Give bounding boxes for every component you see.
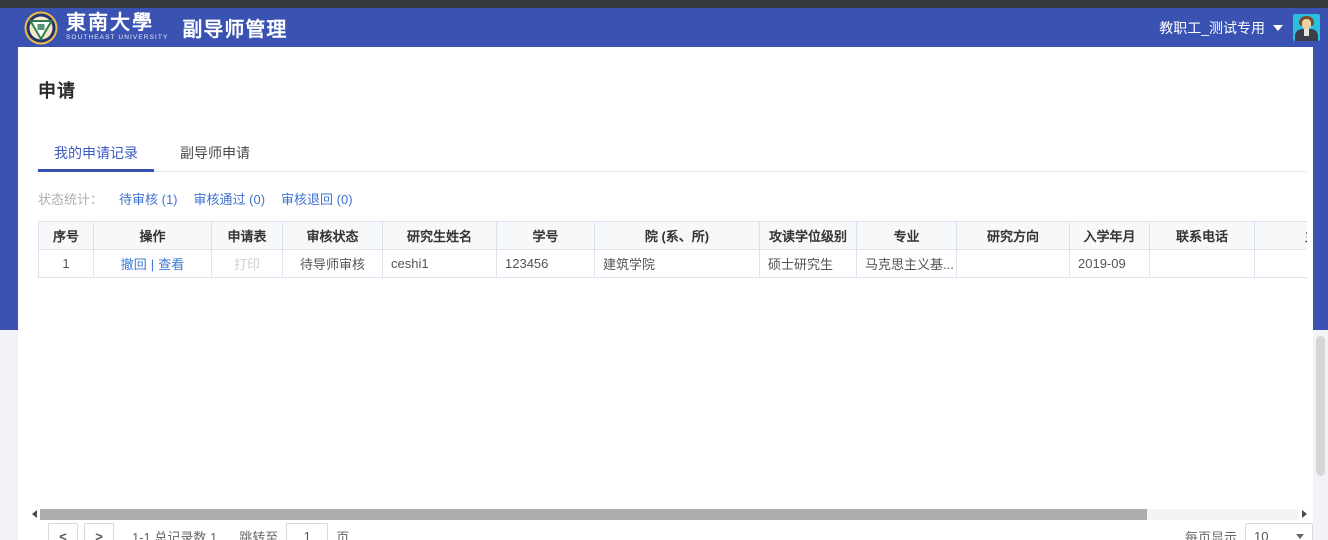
select-chevron-down-icon xyxy=(1296,533,1304,539)
cell-main-supervisor xyxy=(1254,249,1307,278)
status-link-returned[interactable]: 审核退回 (0) xyxy=(281,189,353,208)
cell-research-direction xyxy=(956,249,1070,278)
current-user-label[interactable]: 教职工_测试专用 xyxy=(1159,18,1265,38)
col-header-operation: 操作 xyxy=(93,221,212,250)
app-header: 東南大學 SOUTHEAST UNIVERSITY 副导师管理 教职工_测试专用 xyxy=(0,8,1328,47)
university-brand: 東南大學 SOUTHEAST UNIVERSITY xyxy=(66,13,168,42)
cell-degree-level: 硕士研究生 xyxy=(759,249,857,278)
per-page-label: 每页显示 xyxy=(1184,529,1237,540)
scroll-left-arrow-icon[interactable] xyxy=(30,508,38,520)
col-header-phone: 联系电话 xyxy=(1149,221,1255,250)
per-page-value: 10 xyxy=(1254,528,1269,540)
university-logo-icon xyxy=(24,11,58,44)
per-page-select[interactable]: 10 xyxy=(1245,523,1313,540)
avatar-shirt xyxy=(1304,29,1309,36)
page-unit-label: 页 xyxy=(336,529,350,540)
scroll-right-arrow-icon[interactable] xyxy=(1300,508,1308,520)
window-top-bar xyxy=(0,0,1328,8)
link-separator: | xyxy=(150,257,155,272)
university-name-cn: 東南大學 xyxy=(66,12,154,35)
withdraw-link[interactable]: 撤回 xyxy=(121,257,147,272)
horizontal-scrollbar-thumb[interactable] xyxy=(40,508,1148,520)
cell-student-name: ceshi1 xyxy=(382,249,497,278)
record-count-summary: 1-1 总记录数 1 xyxy=(132,529,218,540)
col-header-research-direction: 研究方向 xyxy=(956,221,1070,250)
cell-phone xyxy=(1149,249,1255,278)
horizontal-scrollbar[interactable] xyxy=(30,508,1308,520)
col-header-school: 院 (系、所) xyxy=(594,221,760,250)
tab-assistant-supervisor-application[interactable]: 副导师申请 xyxy=(164,135,266,171)
print-link-disabled: 打印 xyxy=(233,257,260,272)
col-header-student-id: 学号 xyxy=(496,221,595,250)
user-menu-chevron-down-icon[interactable] xyxy=(1273,24,1283,31)
jump-to-label: 跳转至 xyxy=(239,529,279,540)
status-link-pending[interactable]: 待审核 (1) xyxy=(119,189,178,208)
cell-seq: 1 xyxy=(38,249,94,278)
university-name-en: SOUTHEAST UNIVERSITY xyxy=(66,34,169,42)
col-header-main-supervisor: 主导师 xyxy=(1254,221,1307,250)
col-header-seq: 序号 xyxy=(38,221,94,250)
avatar-face xyxy=(1302,19,1311,29)
prev-page-button[interactable]: < xyxy=(48,523,78,540)
applications-table: 序号 操作 申请表 审核状态 研究生姓名 学号 院 (系、所) 攻读学位级别 专… xyxy=(38,221,1307,278)
app-title: 副导师管理 xyxy=(182,19,288,41)
col-header-application-form: 申请表 xyxy=(211,221,283,250)
status-statistics-bar: 状态统计： 待审核 (1) 审核通过 (0) 审核退回 (0) xyxy=(38,189,353,208)
tab-bar: 我的申请记录 副导师申请 xyxy=(38,135,1307,172)
cell-school: 建筑学院 xyxy=(594,249,760,278)
user-avatar[interactable] xyxy=(1293,14,1320,41)
col-header-degree-level: 攻读学位级别 xyxy=(759,221,857,250)
cell-application-form: 打印 xyxy=(211,249,283,278)
col-header-major: 专业 xyxy=(856,221,957,250)
col-header-student-name: 研究生姓名 xyxy=(382,221,497,250)
pagination-bar: < > 1-1 总记录数 1 跳转至 页 每页显示 10 xyxy=(48,521,1313,540)
table-row: 1 撤回 | 查看 打印 待导师审核 ceshi1 123456 建筑学院 硕士研究… xyxy=(38,249,1307,278)
view-link[interactable]: 查看 xyxy=(158,257,184,272)
page-title: 申请 xyxy=(38,81,76,101)
col-header-enroll-date: 入学年月 xyxy=(1069,221,1150,250)
per-page-control: 每页显示 10 xyxy=(1185,523,1313,540)
tab-my-application-records[interactable]: 我的申请记录 xyxy=(38,135,154,172)
cell-major: 马克思主义基... xyxy=(856,249,957,278)
jump-page-input[interactable] xyxy=(286,523,329,540)
next-page-button[interactable]: > xyxy=(84,523,114,540)
applications-table-wrapper: 序号 操作 申请表 审核状态 研究生姓名 学号 院 (系、所) 攻读学位级别 专… xyxy=(38,221,1307,278)
status-statistics-label: 状态统计： xyxy=(38,192,104,207)
cell-operation: 撤回 | 查看 xyxy=(93,249,212,278)
cell-student-id: 123456 xyxy=(496,249,595,278)
status-link-approved[interactable]: 审核通过 (0) xyxy=(194,189,266,208)
cell-review-status: 待导师审核 xyxy=(282,249,383,278)
main-content-panel: 申请 我的申请记录 副导师申请 状态统计： 待审核 (1) 审核通过 (0) 审… xyxy=(18,47,1313,540)
cell-enroll-date: 2019-09 xyxy=(1069,249,1150,278)
col-header-review-status: 审核状态 xyxy=(282,221,383,250)
table-header-row: 序号 操作 申请表 审核状态 研究生姓名 学号 院 (系、所) 攻读学位级别 专… xyxy=(38,221,1307,250)
vertical-scrollbar-thumb[interactable] xyxy=(1316,336,1325,476)
tab-label: 副导师申请 xyxy=(180,145,250,161)
tab-label: 我的申请记录 xyxy=(54,145,138,161)
horizontal-scrollbar-track[interactable] xyxy=(40,508,1298,520)
